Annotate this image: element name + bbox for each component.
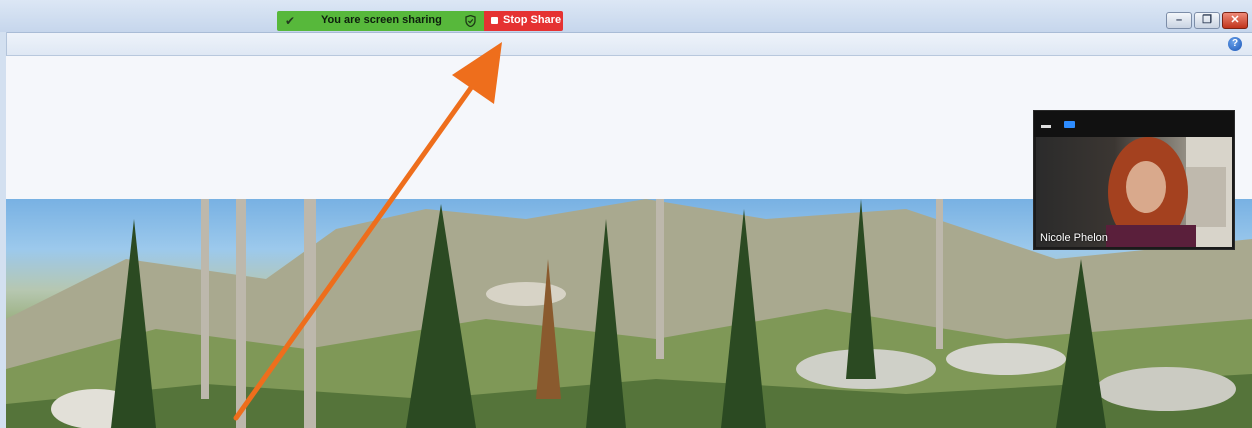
minimize-video-icon[interactable] bbox=[1041, 125, 1051, 128]
participant-name: Nicole Phelon bbox=[1040, 232, 1108, 244]
video-feed: Nicole Phelon bbox=[1036, 137, 1232, 247]
participant-video-image bbox=[1106, 137, 1232, 247]
video-panel-header bbox=[1034, 111, 1234, 137]
active-speaker-icon[interactable] bbox=[1064, 121, 1075, 128]
video-thumbnail-panel[interactable]: Nicole Phelon bbox=[1033, 110, 1235, 250]
